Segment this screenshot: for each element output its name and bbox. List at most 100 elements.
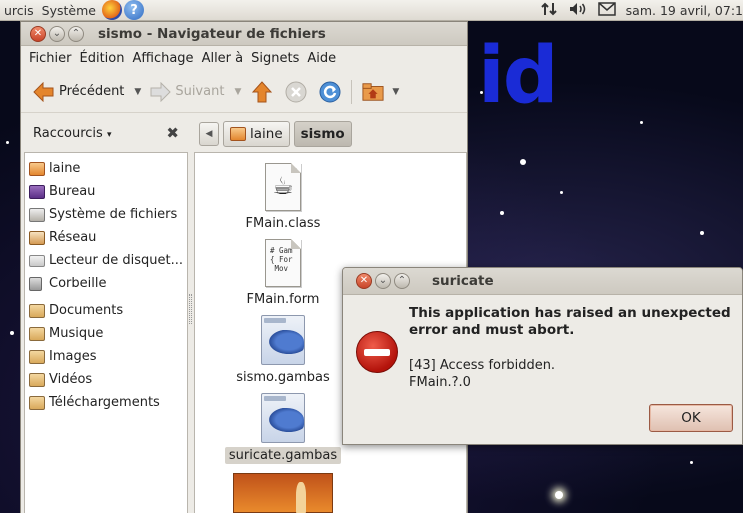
sidebar-item-network[interactable]: Réseau [25, 226, 187, 249]
error-heading: This application has raised an unexpecte… [409, 305, 731, 338]
sidebar-mode-selector[interactable]: Raccourcis ▾ [33, 126, 111, 141]
path-button-laine[interactable]: laine [223, 121, 290, 147]
floppy-icon [29, 254, 45, 267]
sidebar-item-label: Musique [49, 326, 104, 341]
clock[interactable]: sam. 19 avril, 07:1 [626, 3, 743, 18]
path-button-label: laine [250, 126, 283, 142]
desktop-icon [29, 184, 45, 199]
sidebar-item-label: Bureau [49, 184, 96, 199]
sidebar-header: Raccourcis ▾ ✖ [21, 114, 191, 152]
dialog-titlebar[interactable]: ✕ ⌄ ⌃ suricate [343, 268, 742, 295]
star [480, 91, 483, 94]
java-class-icon: ☕ [265, 163, 301, 211]
system-menu[interactable]: Système [38, 3, 100, 18]
file-item-suricate-gambas[interactable]: suricate.gambas [223, 393, 343, 464]
sidebar-item-images[interactable]: Images [25, 345, 187, 368]
dialog-body: This application has raised an unexpecte… [343, 295, 742, 444]
star [500, 211, 504, 215]
sidebar-item-label: Réseau [49, 230, 97, 245]
path-scroll-left-icon[interactable]: ◀ [199, 122, 219, 146]
sidebar-item-documents[interactable]: Documents [25, 299, 187, 322]
mail-icon[interactable] [597, 1, 616, 19]
help-icon[interactable]: ? [123, 0, 144, 20]
file-name: suricate.gambas [224, 447, 342, 464]
window-titlebar[interactable]: ✕ ⌄ ⌃ sismo - Navigateur de fichiers [21, 22, 467, 46]
close-sidebar-icon[interactable]: ✖ [166, 124, 179, 142]
menu-signets[interactable]: Signets [247, 51, 303, 66]
minimize-icon[interactable]: ⌄ [375, 273, 391, 289]
sidebar-item-floppy[interactable]: Lecteur de disquet... [25, 249, 187, 272]
volume-icon[interactable] [568, 1, 588, 20]
top-panel: urcis Système ? sam. 19 avril, 07:1 [0, 0, 743, 21]
back-button[interactable]: Précédent [33, 81, 124, 103]
sidebar-item-label: Corbeille [49, 276, 107, 291]
dialog-title: suricate [432, 273, 494, 289]
sidebar-item-trash[interactable]: Corbeille [25, 272, 187, 295]
star [690, 461, 693, 464]
toolbar: Précédent ▼ Suivant ▼ ▼ [21, 71, 467, 113]
maximize-icon[interactable]: ⌃ [68, 25, 84, 42]
close-icon[interactable]: ✕ [356, 273, 372, 289]
menubar: Fichier Édition Affichage Aller à Signet… [21, 46, 467, 71]
pane-splitter[interactable] [189, 294, 192, 324]
sidebar-item-bureau[interactable]: Bureau [25, 180, 187, 203]
menu-aide[interactable]: Aide [303, 51, 340, 66]
file-item-image[interactable] [223, 473, 343, 513]
places-menu[interactable]: urcis [0, 3, 38, 18]
back-arrow-icon [33, 81, 55, 103]
file-item-fmain-class[interactable]: ☕ FMain.class [223, 163, 343, 232]
sidebar-item-videos[interactable]: Vidéos [25, 368, 187, 391]
home-dropdown-icon[interactable]: ▼ [392, 87, 399, 97]
forward-history-dropdown-icon[interactable]: ▼ [234, 87, 241, 97]
network-icon[interactable] [540, 1, 558, 20]
star [700, 231, 704, 235]
maximize-icon[interactable]: ⌃ [394, 273, 410, 289]
sidebar-item-filesystem[interactable]: Système de fichiers [25, 203, 187, 226]
sidebar-item-label: Téléchargements [49, 395, 160, 410]
network-icon [29, 230, 45, 245]
folder-icon [29, 395, 45, 410]
star [520, 159, 526, 165]
path-button-sismo[interactable]: sismo [293, 121, 352, 147]
home-icon[interactable] [362, 81, 384, 103]
file-name: FMain.form [246, 292, 320, 307]
forward-button[interactable]: Suivant [149, 81, 224, 103]
sidebar-item-downloads[interactable]: Téléchargements [25, 391, 187, 414]
sidebar: Raccourcis ▾ ✖ laine Bureau Système de f… [21, 114, 191, 513]
trash-icon [29, 276, 42, 291]
minimize-icon[interactable]: ⌄ [49, 25, 65, 42]
sidebar-item-label: Système de fichiers [49, 207, 178, 222]
sidebar-item-label: Vidéos [49, 372, 93, 387]
up-arrow-icon[interactable] [251, 80, 273, 103]
star [555, 491, 563, 499]
window-title: sismo - Navigateur de fichiers [98, 25, 326, 42]
stop-icon[interactable] [285, 81, 307, 103]
folder-icon [29, 349, 45, 364]
wallpaper-text: id [478, 31, 559, 121]
sidebar-item-laine[interactable]: laine [25, 157, 187, 180]
sidebar-item-label: Images [49, 349, 97, 364]
menu-affichage[interactable]: Affichage [128, 51, 197, 66]
error-message: [43] Access forbidden. FMain.?.0 [409, 357, 555, 391]
close-icon[interactable]: ✕ [30, 25, 46, 42]
back-history-dropdown-icon[interactable]: ▼ [134, 87, 141, 97]
forward-arrow-icon [149, 81, 172, 103]
file-name: sismo.gambas [236, 370, 330, 385]
menu-edition[interactable]: Édition [76, 51, 129, 66]
file-item-fmain-form[interactable]: # Gam { For Mov FMain.form [223, 239, 343, 308]
home-folder-icon [29, 161, 45, 176]
menu-fichier[interactable]: Fichier [25, 51, 76, 66]
file-item-sismo-gambas[interactable]: sismo.gambas [223, 315, 343, 386]
sidebar-mode-label: Raccourcis [33, 125, 103, 141]
firefox-icon[interactable] [101, 0, 122, 20]
chevron-down-icon: ▾ [106, 129, 112, 140]
star [10, 331, 14, 335]
back-label: Précédent [59, 84, 125, 99]
menu-aller-a[interactable]: Aller à [198, 51, 248, 66]
sidebar-item-musique[interactable]: Musique [25, 322, 187, 345]
star [560, 191, 563, 194]
reload-icon[interactable] [319, 81, 341, 103]
ok-button[interactable]: OK [649, 404, 733, 432]
folder-icon [29, 326, 45, 341]
sidebar-places-list: laine Bureau Système de fichiers Réseau … [24, 152, 188, 513]
